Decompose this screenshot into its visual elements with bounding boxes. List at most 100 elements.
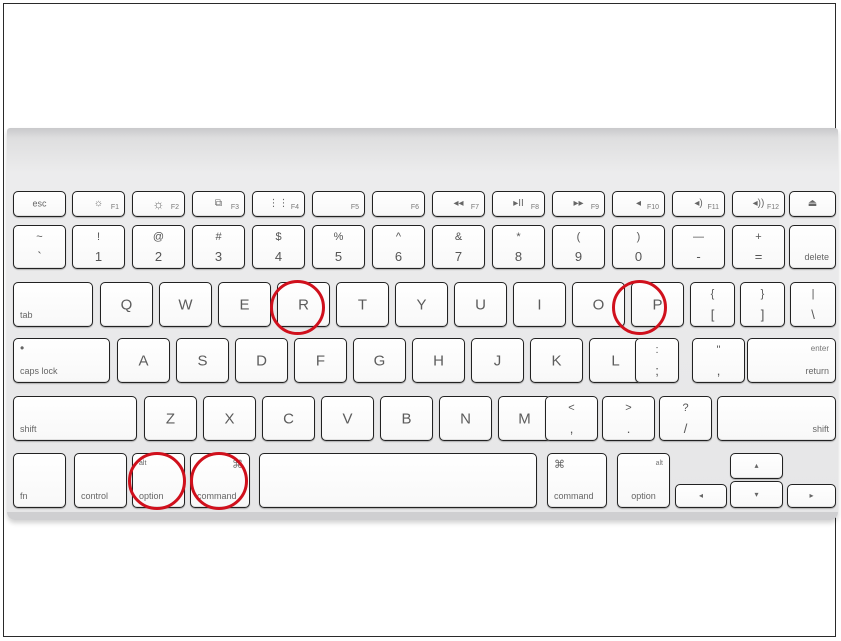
key-n[interactable]: N: [439, 396, 492, 441]
key-letter: Y: [416, 296, 427, 313]
f7-key[interactable]: ◂◂ F7: [432, 191, 485, 217]
f5-key[interactable]: F5: [312, 191, 365, 217]
f1-label: F1: [110, 204, 119, 211]
key-u[interactable]: U: [454, 282, 507, 327]
f11-label: F11: [707, 204, 719, 211]
key-9[interactable]: ( 9: [552, 225, 605, 269]
f9-key[interactable]: ▸▸ F9: [552, 191, 605, 217]
key-y[interactable]: Y: [395, 282, 448, 327]
key-letter: X: [224, 410, 235, 427]
arrow-down-key[interactable]: ▾: [730, 481, 783, 508]
key-c[interactable]: C: [262, 396, 315, 441]
f4-key[interactable]: ⋮⋮ F4: [252, 191, 305, 217]
key-f[interactable]: F: [294, 338, 347, 383]
fn-key[interactable]: fn: [13, 453, 66, 508]
key-i[interactable]: I: [513, 282, 566, 327]
key-7[interactable]: & 7: [432, 225, 485, 269]
key-equals[interactable]: + =: [732, 225, 785, 269]
f3-label: F3: [230, 204, 239, 211]
key-3[interactable]: # 3: [192, 225, 245, 269]
key-m[interactable]: M: [498, 396, 551, 441]
key-2[interactable]: @ 2: [132, 225, 185, 269]
key-s[interactable]: S: [176, 338, 229, 383]
key-t[interactable]: T: [336, 282, 389, 327]
esc-label: esc: [32, 198, 47, 209]
key-4[interactable]: $ 4: [252, 225, 305, 269]
key-lower: ,: [716, 363, 721, 378]
f6-key[interactable]: F6: [372, 191, 425, 217]
f8-key[interactable]: ▸II F8: [492, 191, 545, 217]
key-upper: —: [693, 231, 704, 243]
spacebar[interactable]: [259, 453, 537, 508]
key-minus[interactable]: — -: [672, 225, 725, 269]
left-control-key[interactable]: control: [74, 453, 127, 508]
tab-key[interactable]: tab: [13, 282, 93, 327]
key-backtick[interactable]: ~ `: [13, 225, 66, 269]
key-z[interactable]: Z: [144, 396, 197, 441]
key-comma[interactable]: < ,: [545, 396, 598, 441]
f11-key[interactable]: ◂) F11: [672, 191, 725, 217]
arrow-right-key[interactable]: ▸: [787, 484, 836, 508]
key-upper: #: [215, 231, 222, 243]
option-label: option: [631, 491, 656, 501]
left-command-key[interactable]: ⌘ command: [190, 453, 250, 508]
left-option-key[interactable]: alt option: [132, 453, 185, 508]
key-period[interactable]: > .: [602, 396, 655, 441]
key-0[interactable]: ) 0: [612, 225, 665, 269]
enter-label: enter: [810, 344, 829, 353]
f10-key[interactable]: ◂ F10: [612, 191, 665, 217]
key-open-bracket[interactable]: { [: [690, 282, 735, 327]
caps-lock-key[interactable]: • caps lock: [13, 338, 110, 383]
key-q[interactable]: Q: [100, 282, 153, 327]
arrow-up-icon: ▴: [754, 461, 759, 470]
f3-key[interactable]: ⧉ F3: [192, 191, 245, 217]
esc-key[interactable]: esc: [13, 191, 66, 217]
key-6[interactable]: ^ 6: [372, 225, 425, 269]
key-8[interactable]: * 8: [492, 225, 545, 269]
key-letter: Z: [165, 410, 176, 427]
key-semicolon[interactable]: : ;: [635, 338, 679, 383]
key-d[interactable]: D: [235, 338, 288, 383]
return-label: return: [805, 366, 829, 376]
arrow-up-key[interactable]: ▴: [730, 453, 783, 479]
key-o[interactable]: O: [572, 282, 625, 327]
key-g[interactable]: G: [353, 338, 406, 383]
key-quote[interactable]: " ,: [692, 338, 745, 383]
key-5[interactable]: % 5: [312, 225, 365, 269]
key-upper: %: [333, 231, 344, 243]
return-key[interactable]: enter return: [747, 338, 836, 383]
key-b[interactable]: B: [380, 396, 433, 441]
key-r[interactable]: R: [277, 282, 330, 327]
key-upper: :: [655, 344, 659, 356]
key-v[interactable]: V: [321, 396, 374, 441]
key-lower: -: [696, 249, 701, 264]
arrow-left-key[interactable]: ◂: [675, 484, 727, 508]
key-k[interactable]: K: [530, 338, 583, 383]
right-option-key[interactable]: alt option: [617, 453, 670, 508]
key-x[interactable]: X: [203, 396, 256, 441]
command-symbol-icon: ⌘: [232, 459, 243, 471]
key-backslash[interactable]: | \: [790, 282, 836, 327]
delete-key[interactable]: delete: [789, 225, 836, 269]
key-e[interactable]: E: [218, 282, 271, 327]
key-close-bracket[interactable]: } ]: [740, 282, 785, 327]
key-lower: \: [811, 307, 815, 322]
left-shift-key[interactable]: shift: [13, 396, 137, 441]
eject-key[interactable]: ⏏: [789, 191, 836, 217]
key-letter: R: [298, 296, 309, 313]
right-shift-key[interactable]: shift: [717, 396, 836, 441]
key-p[interactable]: P: [631, 282, 684, 327]
f1-key[interactable]: ☼ F1: [72, 191, 125, 217]
f10-label: F10: [646, 204, 659, 211]
control-label: control: [81, 491, 109, 501]
key-j[interactable]: J: [471, 338, 524, 383]
right-command-key[interactable]: ⌘ command: [547, 453, 607, 508]
f12-key[interactable]: ◂)) F12: [732, 191, 785, 217]
key-letter: U: [475, 296, 486, 313]
key-1[interactable]: ! 1: [72, 225, 125, 269]
key-h[interactable]: H: [412, 338, 465, 383]
key-slash[interactable]: ? /: [659, 396, 712, 441]
f2-key[interactable]: ☼ F2: [132, 191, 185, 217]
key-a[interactable]: A: [117, 338, 170, 383]
key-w[interactable]: W: [159, 282, 212, 327]
